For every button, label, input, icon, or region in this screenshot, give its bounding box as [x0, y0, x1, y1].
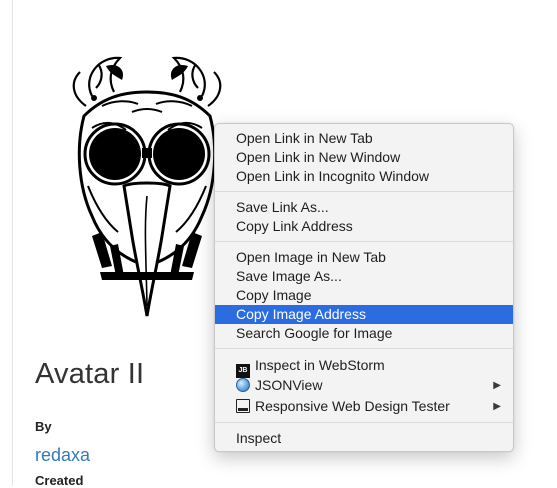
context-menu: Open Link in New Tab Open Link in New Wi… [214, 123, 514, 452]
menu-item-inspect[interactable]: Inspect [215, 429, 513, 448]
menu-separator [215, 241, 513, 242]
menu-item-copy-image-address[interactable]: Copy Image Address [215, 305, 513, 324]
menu-separator [215, 191, 513, 192]
menu-item-open-link-new-window[interactable]: Open Link in New Window [215, 148, 513, 167]
menu-item-open-link-new-tab[interactable]: Open Link in New Tab [215, 129, 513, 148]
menu-item-label: Save Image As... [236, 268, 342, 284]
submenu-arrow-icon: ▶ [493, 380, 501, 391]
responsive-tester-icon [236, 399, 250, 413]
left-divider [12, 0, 13, 486]
jsonview-icon [236, 378, 250, 392]
menu-item-label: Open Link in New Window [236, 149, 401, 165]
by-label: By [35, 419, 52, 434]
menu-item-label: Copy Image [236, 287, 312, 303]
menu-item-label: JSONView [255, 377, 323, 393]
menu-separator [215, 348, 513, 349]
menu-item-label: Open Link in Incognito Window [236, 168, 429, 184]
menu-item-label: Save Link As... [236, 199, 329, 215]
menu-item-save-link-as[interactable]: Save Link As... [215, 198, 513, 217]
submenu-arrow-icon: ▶ [493, 401, 501, 412]
menu-item-label: Open Image in New Tab [236, 249, 386, 265]
author-link[interactable]: redaxa [35, 445, 90, 466]
menu-item-copy-image[interactable]: Copy Image [215, 286, 513, 305]
menu-item-inspect-in-webstorm[interactable]: JB Inspect in WebStorm [215, 356, 513, 378]
page-title: Avatar II [35, 358, 145, 390]
menu-item-label: Inspect [236, 430, 282, 446]
avatar-artwork-image[interactable] [62, 36, 232, 326]
menu-separator [215, 422, 513, 423]
menu-item-open-image-new-tab[interactable]: Open Image in New Tab [215, 248, 513, 267]
menu-item-search-google-for-image[interactable]: Search Google for Image [215, 324, 513, 343]
menu-item-jsonview[interactable]: JSONView ▶ [215, 376, 513, 395]
menu-item-label: Copy Image Address [236, 306, 366, 322]
menu-item-label: Responsive Web Design Tester [255, 398, 450, 414]
menu-item-label: Inspect in WebStorm [255, 357, 385, 373]
menu-item-label: Copy Link Address [236, 218, 353, 234]
menu-item-copy-link-address[interactable]: Copy Link Address [215, 217, 513, 236]
menu-item-responsive-web-design-tester[interactable]: Responsive Web Design Tester ▶ [215, 397, 513, 416]
menu-item-label: Open Link in New Tab [236, 130, 373, 146]
menu-item-save-image-as[interactable]: Save Image As... [215, 267, 513, 286]
menu-item-open-link-incognito[interactable]: Open Link in Incognito Window [215, 167, 513, 186]
menu-item-label: Search Google for Image [236, 325, 393, 341]
